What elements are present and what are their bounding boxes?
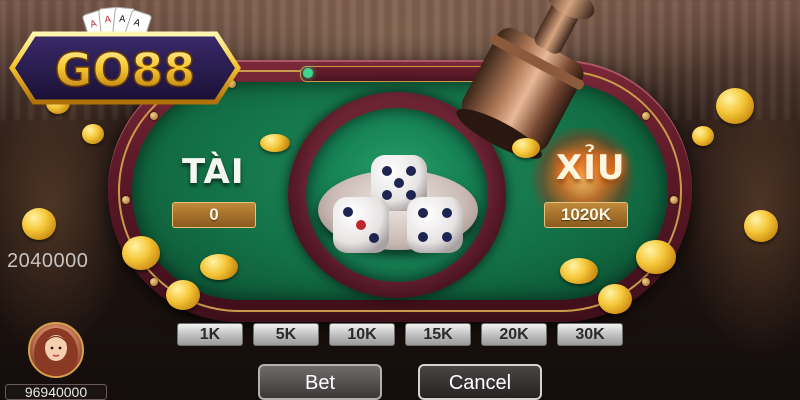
chip-20k-button[interactable]: 20K (481, 323, 547, 346)
coin (716, 88, 754, 124)
coin (636, 240, 676, 274)
coin (82, 124, 104, 144)
coin (260, 134, 290, 152)
chip-1k-button[interactable]: 1K (177, 323, 243, 346)
tai-label[interactable]: TÀI (182, 152, 245, 192)
coin (22, 208, 56, 240)
svg-text:GO88: GO88 (55, 43, 196, 97)
coin (200, 254, 238, 280)
total-pot-amount: 2040000 (7, 250, 89, 272)
dice-cup-lid-icon[interactable] (412, 0, 622, 190)
table-stud (642, 112, 650, 120)
coin (692, 126, 714, 146)
chip-5k-button[interactable]: 5K (253, 323, 319, 346)
chip-selector: 1K 5K 10K 15K 20K 30K (177, 323, 627, 347)
chip-15k-button[interactable]: 15K (405, 323, 471, 346)
coin (560, 258, 598, 284)
player-balance: 96940000 (5, 384, 107, 400)
player-portrait-icon (34, 328, 78, 376)
table-stud (670, 196, 678, 204)
coin (166, 280, 200, 310)
coin (744, 210, 778, 242)
bet-button[interactable]: Bet (258, 364, 382, 400)
status-light (303, 68, 313, 78)
chip-10k-button[interactable]: 10K (329, 323, 395, 346)
chip-30k-button[interactable]: 30K (557, 323, 623, 346)
die-three-icon (333, 197, 389, 253)
table-stud (150, 278, 158, 286)
cancel-button[interactable]: Cancel (418, 364, 542, 400)
table-stud (150, 112, 158, 120)
xiu-bet-amount[interactable]: 1020K (544, 202, 628, 228)
coin (598, 284, 632, 314)
go88-logo: A A A A GO88 (9, 6, 241, 105)
die-four-icon (407, 197, 463, 253)
tai-bet-amount[interactable]: 0 (172, 202, 256, 228)
coin (512, 138, 540, 158)
table-stud (642, 278, 650, 286)
coin (122, 236, 160, 270)
table-stud (122, 196, 130, 204)
player-avatar[interactable] (28, 322, 84, 378)
